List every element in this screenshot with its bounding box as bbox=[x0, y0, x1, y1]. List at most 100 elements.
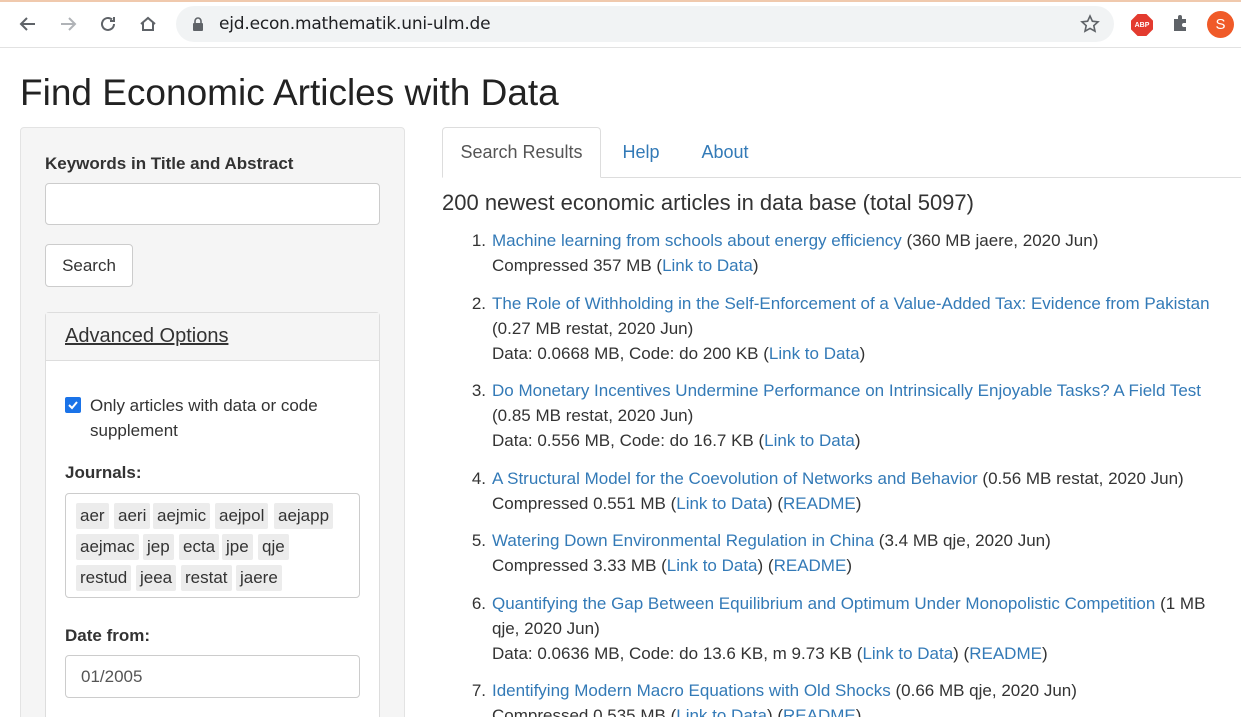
paren-sep: ) ( bbox=[953, 644, 970, 663]
article-size: Compressed 0.535 MB ( bbox=[492, 706, 677, 717]
journal-tag[interactable]: ecta bbox=[179, 534, 220, 560]
article-size: Compressed 3.33 MB ( bbox=[492, 556, 667, 575]
browser-toolbar: ejd.econ.mathematik.uni-ulm.de ABP S bbox=[0, 0, 1241, 48]
link-to-data[interactable]: Link to Data bbox=[667, 556, 758, 575]
item-number: 6. bbox=[471, 594, 486, 613]
keywords-input[interactable] bbox=[45, 183, 380, 225]
article-meta: (0.56 MB restat, 2020 Jun) bbox=[977, 469, 1184, 488]
article-meta: (1 MB bbox=[1155, 594, 1206, 613]
paren-close: ) bbox=[752, 256, 759, 275]
item-body: Quantifying the Gap Between Equilibrium … bbox=[492, 594, 1206, 663]
paren-close: ) bbox=[854, 431, 861, 450]
article-meta: (3.4 MB qje, 2020 Jun) bbox=[874, 531, 1051, 550]
paren-sep: ) ( bbox=[757, 556, 774, 575]
item-number: 4. bbox=[471, 469, 486, 488]
article-size: Data: 0.556 MB, Code: do 16.7 KB ( bbox=[492, 431, 765, 450]
readme-link[interactable]: README bbox=[783, 706, 856, 717]
journal-tag[interactable]: aejmac bbox=[76, 534, 139, 560]
link-to-data[interactable]: Link to Data bbox=[769, 344, 860, 363]
journals-select[interactable]: aer aeri aejmic aejpol aejapp aejmac jep… bbox=[65, 493, 360, 598]
article-meta: (0.66 MB qje, 2020 Jun) bbox=[890, 681, 1077, 700]
item-number: 3. bbox=[471, 381, 486, 400]
keywords-label: Keywords in Title and Abstract bbox=[45, 154, 294, 173]
tab-about[interactable]: About bbox=[690, 127, 760, 178]
article-meta-continued: qje, 2020 Jun) bbox=[492, 619, 600, 638]
item-number: 5. bbox=[471, 531, 486, 550]
bookmark-star-icon[interactable] bbox=[1080, 14, 1100, 39]
adblock-icon[interactable]: ABP bbox=[1131, 14, 1153, 36]
results-heading: 200 newest economic articles in data bas… bbox=[442, 190, 974, 215]
data-only-checkbox-label[interactable]: Only articles with data or code suppleme… bbox=[90, 393, 350, 443]
item-body: The Role of Withholding in the Self-Enfo… bbox=[492, 291, 1241, 366]
back-icon[interactable] bbox=[14, 10, 42, 38]
article-size: Data: 0.0668 MB, Code: do 200 KB ( bbox=[492, 344, 769, 363]
paren-sep: ) ( bbox=[766, 494, 784, 513]
profile-initial: S bbox=[1215, 16, 1226, 33]
item-body: A Structural Model for the Coevolution o… bbox=[492, 469, 1184, 513]
advanced-options-title[interactable]: Advanced Options bbox=[65, 325, 228, 348]
article-title-link[interactable]: Watering Down Environmental Regulation i… bbox=[492, 531, 874, 550]
link-to-data[interactable]: Link to Data bbox=[676, 706, 767, 717]
url-text: ejd.econ.mathematik.uni-ulm.de bbox=[219, 14, 491, 34]
article-size: Compressed 357 MB ( bbox=[492, 256, 663, 275]
item-number: 2. bbox=[471, 294, 486, 313]
article-meta: (0.27 MB restat, 2020 Jun) bbox=[492, 319, 694, 338]
page-title: Find Economic Articles with Data bbox=[20, 72, 559, 113]
profile-avatar[interactable]: S bbox=[1207, 11, 1234, 38]
journal-tag[interactable]: aer bbox=[76, 503, 109, 529]
item-body: Watering Down Environmental Regulation i… bbox=[492, 531, 1051, 575]
readme-link[interactable]: README bbox=[783, 494, 856, 513]
article-title-link[interactable]: The Role of Withholding in the Self-Enfo… bbox=[492, 294, 1210, 313]
paren-sep: ) ( bbox=[766, 706, 784, 717]
forward-icon[interactable] bbox=[54, 10, 82, 38]
advanced-options-header[interactable]: Advanced Options bbox=[46, 313, 379, 361]
journal-tag[interactable]: aejmic bbox=[153, 503, 211, 529]
search-button[interactable]: Search bbox=[45, 244, 133, 287]
link-to-data[interactable]: Link to Data bbox=[764, 431, 855, 450]
readme-link[interactable]: README bbox=[774, 556, 847, 575]
journals-label: Journals: bbox=[65, 463, 142, 482]
tab-search-results[interactable]: Search Results bbox=[442, 127, 601, 178]
date-from-input[interactable]: 01/2005 bbox=[65, 655, 360, 698]
link-to-data[interactable]: Link to Data bbox=[662, 256, 753, 275]
journal-tag[interactable]: jpe bbox=[222, 534, 253, 560]
article-title-link[interactable]: Quantifying the Gap Between Equilibrium … bbox=[492, 594, 1155, 613]
paren-close: ) bbox=[859, 344, 866, 363]
journal-tag[interactable]: jaere bbox=[236, 565, 282, 591]
readme-link[interactable]: README bbox=[969, 644, 1042, 663]
journal-tag[interactable]: aejapp bbox=[274, 503, 334, 529]
item-number: 1. bbox=[471, 231, 486, 250]
article-title-link[interactable]: A Structural Model for the Coevolution o… bbox=[492, 469, 978, 488]
item-body: Do Monetary Incentives Undermine Perform… bbox=[492, 378, 1241, 453]
item-number: 7. bbox=[471, 681, 486, 700]
article-title-link[interactable]: Identifying Modern Macro Equations with … bbox=[492, 681, 891, 700]
data-only-checkbox[interactable] bbox=[65, 397, 81, 413]
journal-tag[interactable]: qje bbox=[258, 534, 289, 560]
advanced-options-panel: Advanced Options Only articles with data… bbox=[45, 312, 380, 717]
link-to-data[interactable]: Link to Data bbox=[676, 494, 767, 513]
article-title-link[interactable]: Machine learning from schools about ener… bbox=[492, 231, 902, 250]
article-size: Compressed 0.551 MB ( bbox=[492, 494, 677, 513]
journal-tag[interactable]: jeea bbox=[136, 565, 177, 591]
article-meta: (360 MB jaere, 2020 Jun) bbox=[901, 231, 1099, 250]
journal-tag[interactable]: restud bbox=[76, 565, 132, 591]
address-bar[interactable]: ejd.econ.mathematik.uni-ulm.de bbox=[176, 6, 1114, 42]
date-from-label: Date from: bbox=[65, 626, 151, 645]
journal-tag[interactable]: jep bbox=[143, 534, 174, 560]
reload-icon[interactable] bbox=[94, 10, 122, 38]
item-body: Machine learning from schools about ener… bbox=[492, 228, 1241, 278]
lock-icon bbox=[192, 17, 204, 36]
journal-tag[interactable]: aejpol bbox=[215, 503, 269, 529]
journal-tag[interactable]: aeri bbox=[114, 503, 151, 529]
tab-help[interactable]: Help bbox=[611, 127, 671, 178]
extensions-icon[interactable] bbox=[1170, 13, 1190, 38]
toolbar-accent bbox=[0, 0, 1241, 2]
journal-tag[interactable]: restat bbox=[181, 565, 232, 591]
article-title-link[interactable]: Do Monetary Incentives Undermine Perform… bbox=[492, 381, 1201, 400]
item-body: Identifying Modern Macro Equations with … bbox=[492, 678, 1241, 717]
article-size: Data: 0.0636 MB, Code: do 13.6 KB, m 9.7… bbox=[492, 644, 863, 663]
adblock-label: ABP bbox=[1134, 21, 1150, 29]
link-to-data[interactable]: Link to Data bbox=[862, 644, 953, 663]
home-icon[interactable] bbox=[134, 10, 162, 38]
article-meta: (0.85 MB restat, 2020 Jun) bbox=[492, 406, 694, 425]
